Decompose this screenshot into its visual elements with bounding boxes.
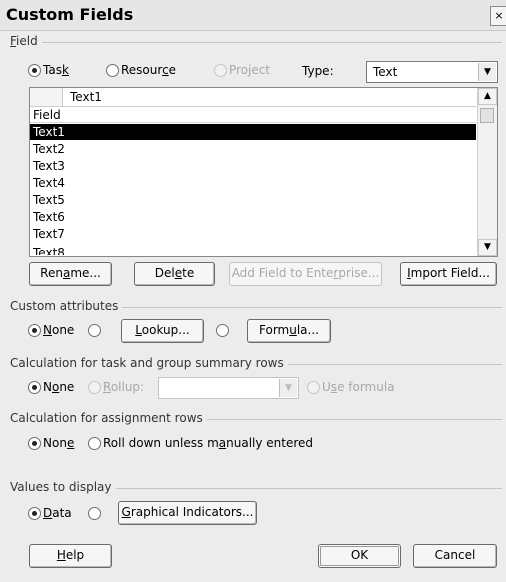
field-list-scrollbar[interactable]: ▲ ▼ [477,88,497,256]
cancel-button[interactable]: Cancel [413,544,497,568]
field-group-label: Field [10,34,42,48]
type-select-value: Text [373,65,398,79]
values-display-label: Values to display [10,480,116,494]
chevron-up-icon[interactable]: ▲ [478,88,497,105]
assignment-none-radio[interactable] [28,437,41,450]
type-label: Type: [302,64,334,78]
chevron-down-icon[interactable]: ▼ [478,239,497,256]
task-radio[interactable] [28,64,41,77]
rollup-select[interactable]: ▼ [158,377,299,399]
list-item[interactable]: Text8 [30,245,476,255]
row-selector [30,88,63,106]
resource-radio[interactable] [106,64,119,77]
project-radio[interactable] [214,64,227,77]
rollup-radio[interactable] [88,381,101,394]
task-summary-label: Calculation for task and group summary r… [10,356,288,370]
scroll-thumb[interactable] [480,108,494,123]
list-item[interactable]: Text3 [30,158,476,174]
resource-radio-label: Resource [121,63,177,77]
type-select[interactable]: Text ▼ [366,61,498,83]
field-edit-value[interactable]: Text1 [70,90,102,104]
chevron-down-icon[interactable]: ▼ [478,63,496,81]
field-group-line [10,42,502,43]
custom-attributes-label: Custom attributes [10,299,123,313]
custom-attr-formula-radio[interactable] [216,324,229,337]
summary-none-label: None [43,380,75,394]
chevron-down-icon[interactable]: ▼ [279,379,297,397]
use-formula-radio[interactable] [307,381,320,394]
project-radio-label: Project [229,63,271,77]
custom-fields-dialog: Custom Fields × Field Task Resource Proj… [0,0,506,582]
custom-attr-lookup-radio[interactable] [88,324,101,337]
dialog-title: Custom Fields [6,5,134,24]
rollup-label: Rollup: [103,380,145,394]
list-item[interactable]: Text2 [30,141,476,157]
roll-down-radio[interactable] [88,437,101,450]
list-item[interactable]: Text6 [30,209,476,225]
custom-attr-none-radio[interactable] [28,324,41,337]
task-radio-label: Task [43,63,69,77]
graphical-indicators-button[interactable]: Graphical Indicators... [118,501,257,525]
use-formula-label: Use formula [322,380,395,394]
list-item[interactable]: Text4 [30,175,476,191]
add-field-to-enterprise-button[interactable]: Add Field to Enterprise... [229,262,382,286]
help-button[interactable]: Help [29,544,112,568]
assignment-label: Calculation for assignment rows [10,411,207,425]
field-list-header: Field [30,107,476,123]
field-list[interactable]: Text1 Field Text1 Text2 Text3 Text4 Text… [29,87,498,257]
rename-button[interactable]: Rename... [29,262,112,286]
import-field-button[interactable]: Import Field... [400,262,497,286]
assignment-none-label: None [43,436,75,450]
summary-none-radio[interactable] [28,381,41,394]
title-bar: Custom Fields × [0,0,506,31]
values-data-radio[interactable] [28,507,41,520]
list-item[interactable]: Text1 [30,124,476,140]
values-graphical-radio[interactable] [88,507,101,520]
custom-attr-none-label: None [43,323,75,337]
lookup-button[interactable]: Lookup... [121,319,204,343]
formula-button[interactable]: Formula... [247,319,331,343]
values-data-label: Data [43,506,72,520]
roll-down-label: Roll down unless manually entered [103,436,314,450]
delete-button[interactable]: Delete [134,262,215,286]
ok-button[interactable]: OK [318,544,401,568]
field-edit-row[interactable]: Text1 [30,88,476,107]
list-item[interactable]: Text7 [30,226,476,242]
list-item[interactable]: Text5 [30,192,476,208]
close-icon[interactable]: × [490,6,506,26]
